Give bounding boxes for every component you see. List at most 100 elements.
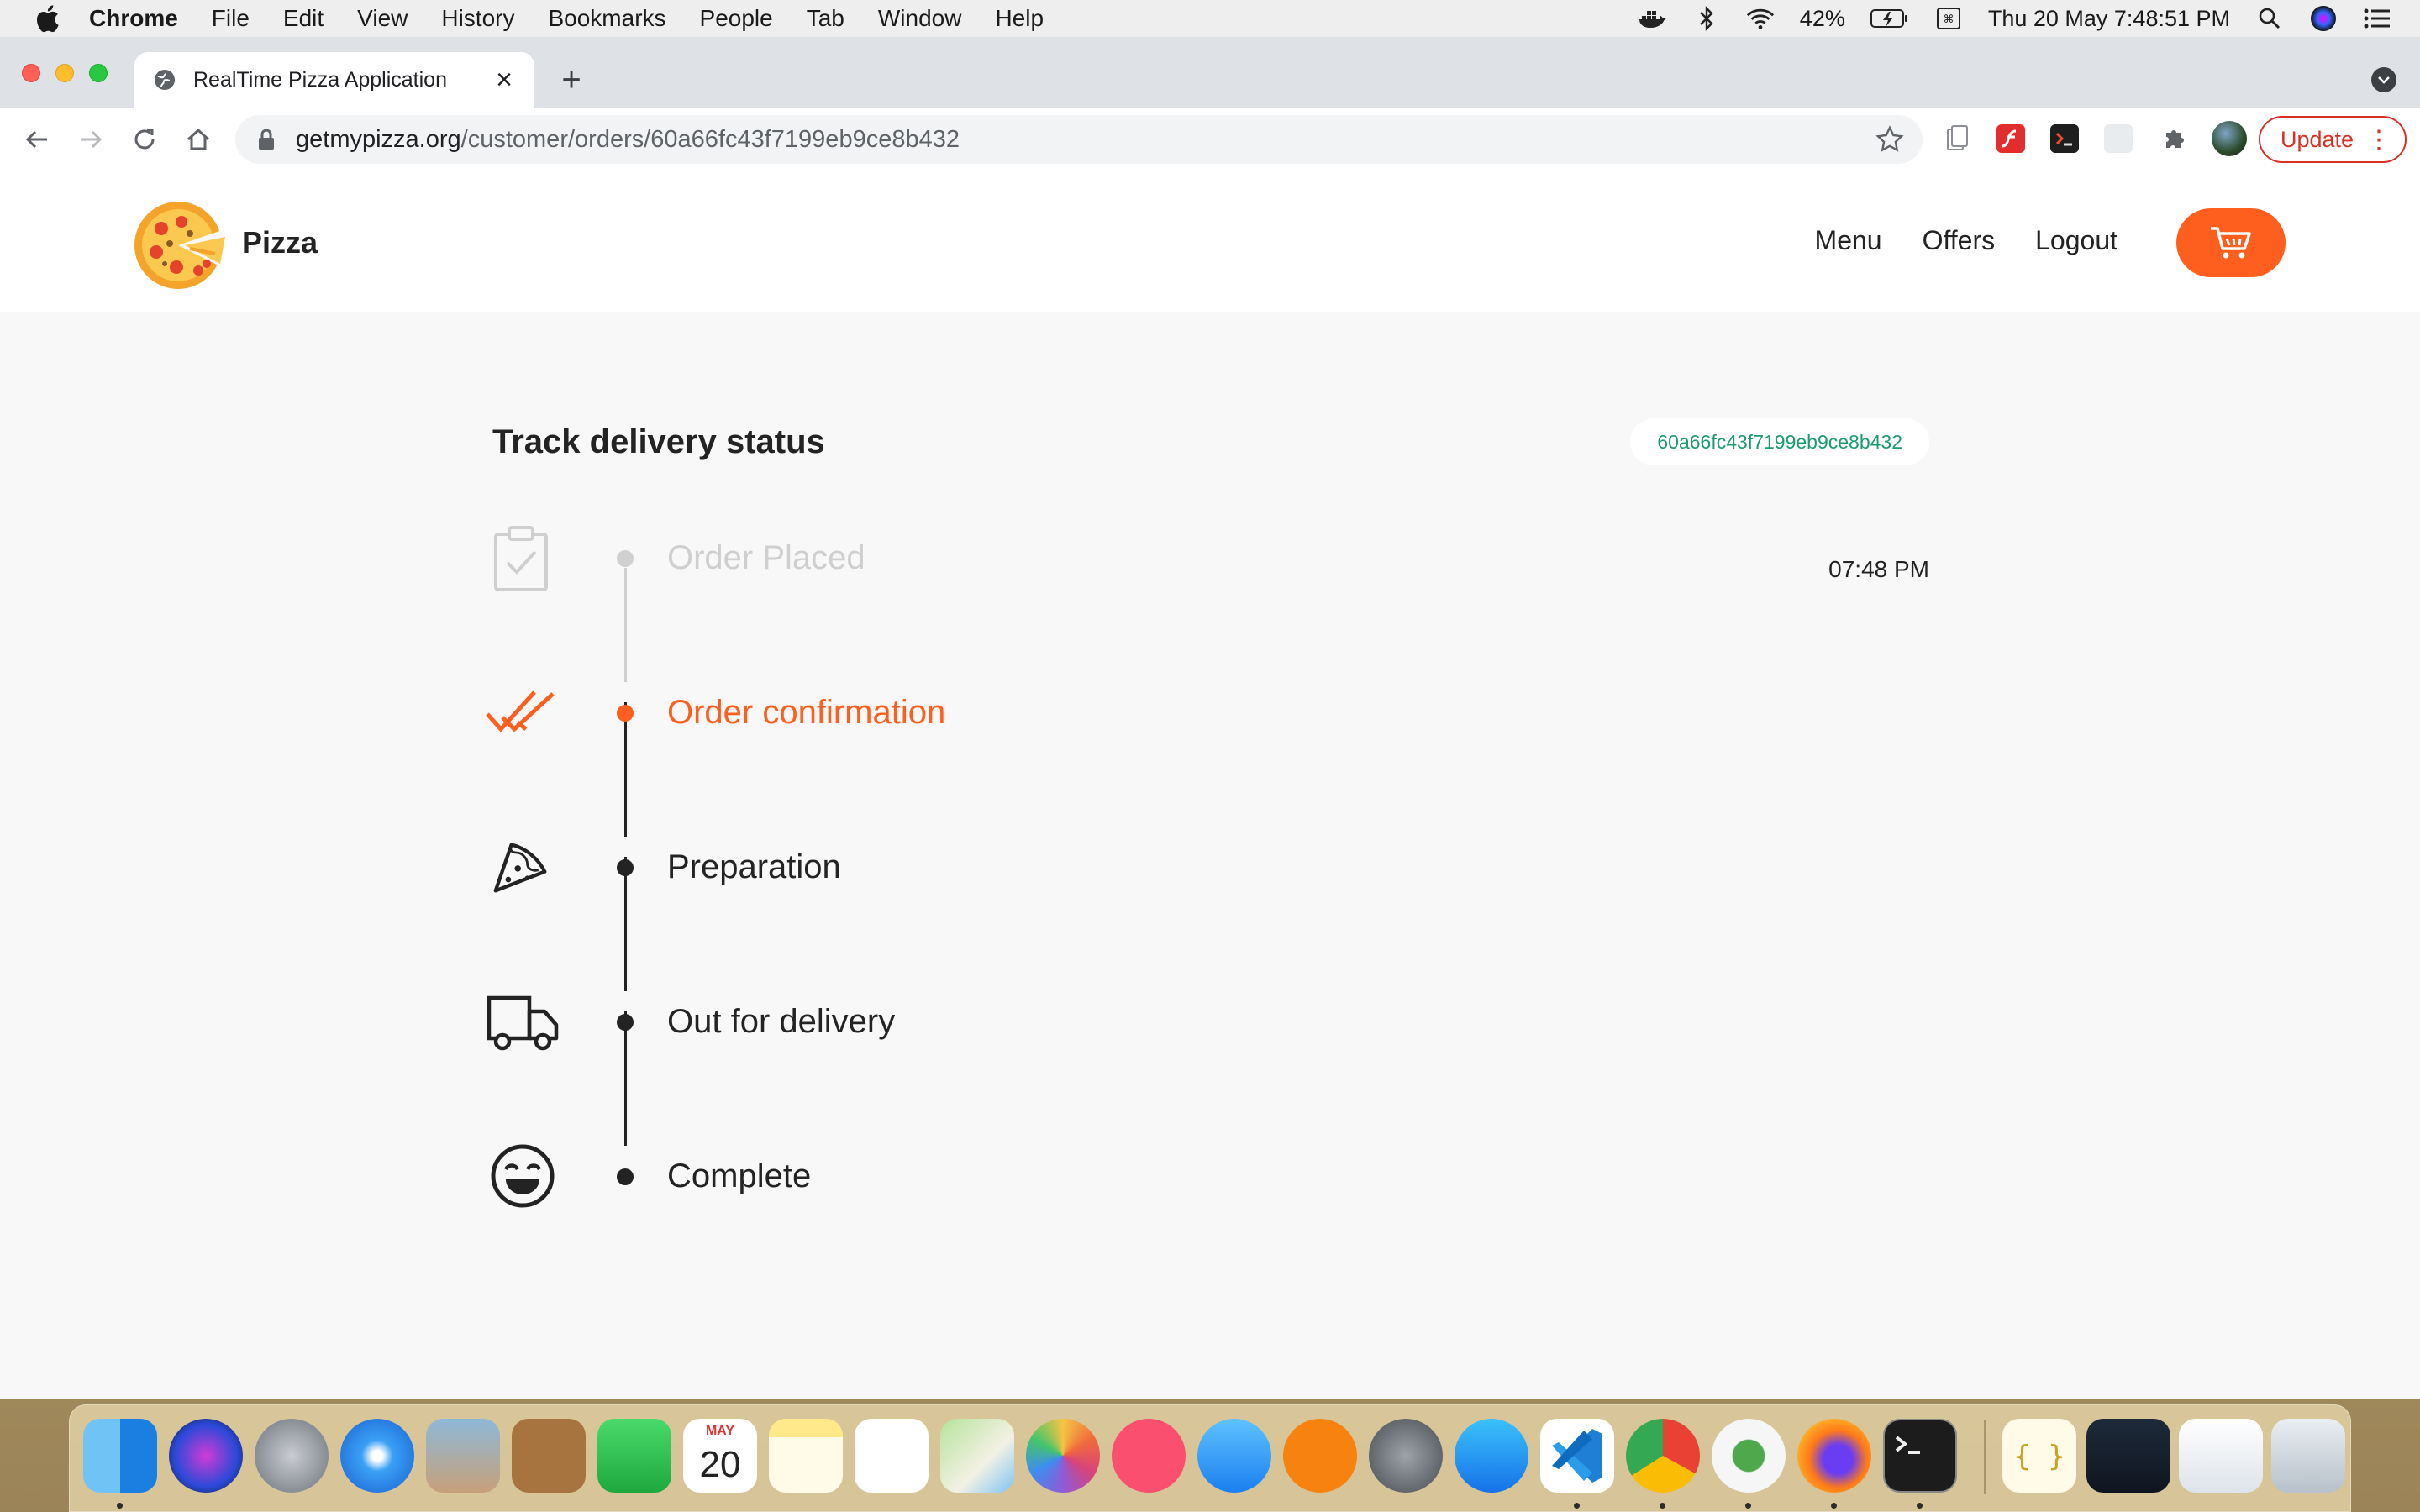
mail-stamp-icon[interactable]: [426, 1419, 500, 1493]
calendar-icon[interactable]: MAY 20: [683, 1419, 757, 1493]
address-bar[interactable]: getmypizza.org/customer/orders/60a66fc43…: [235, 115, 1923, 164]
menu-file[interactable]: File: [212, 5, 250, 32]
nav-logout-link[interactable]: Logout: [2035, 225, 2118, 256]
status-dot: [617, 550, 634, 567]
status-label: Preparation: [667, 848, 841, 885]
terminal-icon[interactable]: [1883, 1419, 1957, 1493]
back-icon[interactable]: [20, 123, 54, 156]
site-nav: Menu Offers Logout: [1815, 225, 2118, 256]
tab-search-icon[interactable]: [2371, 67, 2396, 92]
chrome-dock-icon[interactable]: [1626, 1419, 1700, 1493]
menu-help[interactable]: Help: [995, 5, 1044, 32]
bookmark-star-icon[interactable]: [1876, 125, 1904, 154]
battery-percentage: 42%: [1799, 5, 1845, 31]
new-tab-button[interactable]: +: [556, 63, 587, 97]
safari-icon[interactable]: [340, 1419, 414, 1493]
maps-icon[interactable]: [940, 1419, 1014, 1493]
window-thumbnail-browser[interactable]: [2179, 1419, 2263, 1493]
chrome-menu-kebab-icon[interactable]: ⋮: [2366, 128, 2391, 153]
app-store-icon[interactable]: [1455, 1419, 1528, 1493]
extension-terminal-icon[interactable]: [2050, 124, 2079, 153]
status-dot: [617, 859, 634, 876]
firefox-icon[interactable]: [1797, 1419, 1871, 1493]
home-icon[interactable]: [182, 123, 215, 156]
mongodb-compass-icon[interactable]: [1712, 1419, 1786, 1493]
menu-tab[interactable]: Tab: [807, 5, 844, 32]
menu-edit[interactable]: Edit: [283, 5, 324, 32]
svg-text:⌘: ⌘: [1943, 13, 1954, 26]
music-icon[interactable]: [1112, 1419, 1186, 1493]
status-preparation: Preparation: [492, 833, 1929, 900]
apple-icon[interactable]: [32, 3, 62, 34]
running-indicator: [117, 1503, 123, 1509]
browser-tab[interactable]: RealTime Pizza Application ×: [134, 52, 534, 108]
extension-docs-icon[interactable]: [1943, 124, 1971, 153]
photos-icon[interactable]: [1026, 1419, 1100, 1493]
facetime-icon[interactable]: [597, 1419, 671, 1493]
docker-icon[interactable]: [1639, 4, 1667, 33]
web-page: Pizza Menu Offers Logout Track delivery …: [0, 171, 2420, 1399]
extension-flash-icon[interactable]: [1996, 124, 2025, 153]
menu-window[interactable]: Window: [878, 5, 962, 32]
page-title: Track delivery status: [492, 423, 825, 460]
window-minimize-button[interactable]: [55, 64, 74, 82]
siri-dock-icon[interactable]: [169, 1419, 243, 1493]
cart-button[interactable]: [2176, 208, 2286, 277]
vscode-icon[interactable]: [1540, 1419, 1614, 1493]
nav-offers-link[interactable]: Offers: [1923, 225, 1996, 256]
reload-icon[interactable]: [128, 123, 161, 156]
pizza-logo-icon[interactable]: [131, 197, 225, 291]
macos-menubar: Chrome File Edit View History Bookmarks …: [0, 0, 2420, 37]
calendar-month: MAY: [705, 1424, 735, 1438]
window-close-button[interactable]: [22, 64, 40, 82]
launchpad-icon[interactable]: [255, 1419, 329, 1493]
running-indicator: [1831, 1503, 1837, 1509]
browser-tabstrip: RealTime Pizza Application × +: [0, 37, 2420, 108]
url-path: /customer/orders/60a66fc43f7199eb9ce8b43…: [460, 125, 960, 153]
smiley-icon: [489, 1142, 556, 1210]
shopping-cart-icon: [2211, 227, 2251, 259]
wifi-icon[interactable]: [1746, 4, 1775, 33]
pizza-slice-icon: [492, 833, 550, 900]
brand-name[interactable]: Pizza: [242, 225, 318, 260]
books-icon[interactable]: [1283, 1419, 1357, 1493]
battery-charging-icon[interactable]: [1870, 4, 1909, 33]
status-time: 07:48 PM: [1828, 556, 1929, 582]
window-zoom-button[interactable]: [89, 64, 108, 82]
system-preferences-icon[interactable]: [1369, 1419, 1443, 1493]
forward-icon[interactable]: [74, 123, 108, 156]
status-complete: Complete: [489, 1142, 1929, 1210]
menu-view[interactable]: View: [357, 5, 408, 32]
tab-title: RealTime Pizza Application: [193, 67, 447, 92]
menu-history[interactable]: History: [441, 5, 514, 32]
lock-icon[interactable]: [257, 129, 276, 150]
extension-grid-icon[interactable]: [2104, 124, 2133, 153]
spotlight-search-icon[interactable]: [2255, 4, 2284, 33]
keyboard-viewer-icon[interactable]: ⌘: [1934, 4, 1963, 33]
menu-app-name[interactable]: Chrome: [89, 5, 178, 32]
extensions-puzzle-icon[interactable]: [2160, 124, 2188, 153]
window-thumbnail-vscode[interactable]: [2086, 1419, 2170, 1493]
json-file-icon[interactable]: { }: [2002, 1419, 2076, 1493]
finder-icon[interactable]: [83, 1419, 157, 1493]
nav-menu-link[interactable]: Menu: [1815, 225, 1882, 256]
chrome-update-button[interactable]: Update ⋮: [2259, 116, 2407, 163]
tab-close-icon[interactable]: ×: [492, 66, 516, 94]
contacts-icon[interactable]: [512, 1419, 586, 1493]
dock-separator: [1984, 1420, 1986, 1494]
order-id-badge: 60a66fc43f7199eb9ce8b432: [1630, 418, 1929, 465]
update-label: Update: [2281, 126, 2354, 152]
profile-avatar[interactable]: [2212, 121, 2247, 156]
reminders-icon[interactable]: [855, 1419, 929, 1493]
svg-text:{ }: { }: [2013, 1440, 2065, 1473]
bluetooth-icon[interactable]: [1692, 4, 1721, 33]
menu-bookmarks[interactable]: Bookmarks: [548, 5, 666, 32]
messages-icon[interactable]: [1197, 1419, 1271, 1493]
notification-center-icon[interactable]: [2363, 4, 2391, 33]
trash-icon[interactable]: [2271, 1419, 2345, 1493]
site-header: Pizza Menu Offers Logout: [0, 171, 2420, 312]
notes-icon[interactable]: [769, 1419, 843, 1493]
clock-datetime[interactable]: Thu 20 May 7:48:51 PM: [1988, 6, 2230, 32]
menu-people[interactable]: People: [700, 5, 773, 32]
siri-icon[interactable]: [2309, 4, 2338, 33]
